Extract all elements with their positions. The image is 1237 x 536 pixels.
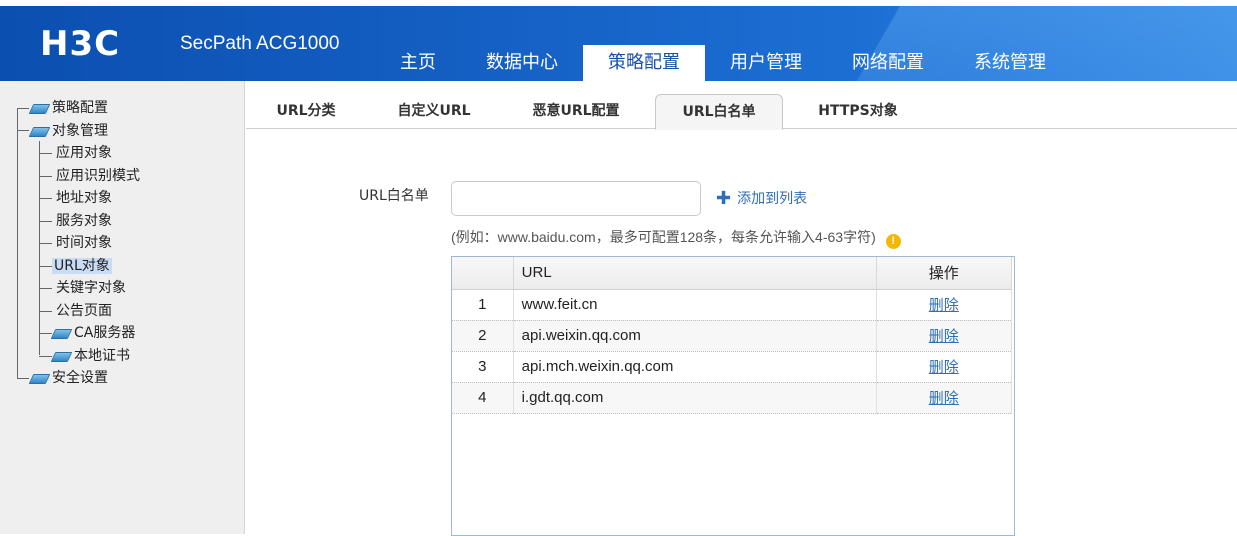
sidebar-item-label: 公告页面 <box>56 302 112 319</box>
sidebar-item-label: 地址对象 <box>56 190 112 206</box>
sidebar-item-label: 策略配置 <box>52 100 108 116</box>
delete-link[interactable]: 删除 <box>929 390 959 407</box>
row-url: www.feit.cn <box>513 289 877 321</box>
delete-link[interactable]: 删除 <box>929 297 959 314</box>
row-index: 2 <box>452 320 514 352</box>
nav-policy-config[interactable]: 策略配置 <box>583 45 705 81</box>
sidebar-item-time-object[interactable]: 时间对象 <box>16 232 142 255</box>
product-name: SecPath ACG1000 <box>180 33 340 54</box>
table-row: 4 i.gdt.qq.com 删除 <box>452 382 1013 414</box>
tab-bar: URL分类 自定义URL 恶意URL配置 URL白名单 HTTPS对象 <box>246 81 1237 130</box>
sidebar-item-url-object[interactable]: URL对象 <box>16 255 142 278</box>
row-url: i.gdt.qq.com <box>513 382 877 414</box>
folder-icon <box>30 102 48 113</box>
tab-custom-url[interactable]: 自定义URL <box>386 94 482 129</box>
tree-line <box>39 355 52 357</box>
sidebar-item-label: 应用对象 <box>56 145 112 161</box>
folder-icon <box>52 350 70 361</box>
sidebar-item-label: 对象管理 <box>52 122 108 139</box>
sidebar-item-label: 应用识别模式 <box>56 167 140 184</box>
sidebar-item-ca-server[interactable]: CA服务器 <box>16 322 142 345</box>
nav-data-center[interactable]: 数据中心 <box>461 45 583 81</box>
tree-line <box>39 198 52 199</box>
header-url: URL <box>513 257 877 290</box>
tree-line <box>39 310 52 312</box>
tab-url-category[interactable]: URL分类 <box>264 94 348 129</box>
tab-url-whitelist[interactable]: URL白名单 <box>655 94 783 130</box>
tree-line <box>39 153 52 154</box>
main-content: URL分类 自定义URL 恶意URL配置 URL白名单 HTTPS对象 URL白… <box>246 81 1237 536</box>
sidebar-item-label: CA服务器 <box>74 325 136 341</box>
row-action-cell: 删除 <box>876 351 1013 383</box>
sidebar-item-label: 关键字对象 <box>56 280 126 296</box>
sidebar-item-object-management[interactable]: 对象管理 <box>16 120 142 143</box>
nav-home[interactable]: 主页 <box>375 45 461 81</box>
row-index: 4 <box>452 382 514 414</box>
sidebar-item-label: 安全设置 <box>52 370 108 386</box>
delete-link[interactable]: 删除 <box>929 359 959 376</box>
sidebar-item-label: 服务对象 <box>56 212 112 229</box>
sidebar-item-keyword-object[interactable]: 关键字对象 <box>16 277 142 300</box>
sidebar-item-app-recognition-mode[interactable]: 应用识别模式 <box>16 165 142 188</box>
add-to-list-label: 添加到列表 <box>737 191 808 207</box>
row-action-cell: 删除 <box>876 382 1013 414</box>
sidebar-item-label: URL对象 <box>52 257 112 274</box>
sidebar-item-app-object[interactable]: 应用对象 <box>16 142 142 165</box>
table-header-row: URL 操作 <box>452 257 1013 290</box>
row-url: api.weixin.qq.com <box>513 320 877 352</box>
tab-malicious-url-config[interactable]: 恶意URL配置 <box>520 94 632 129</box>
nav-user-management[interactable]: 用户管理 <box>705 45 827 81</box>
whitelist-label: URL白名单 <box>359 188 429 204</box>
warning-icon: ! <box>885 234 901 249</box>
add-to-list-button[interactable]: ✚ 添加到列表 <box>716 188 807 209</box>
tree-line <box>39 243 52 244</box>
row-index: 3 <box>452 351 514 383</box>
tree-line <box>39 265 52 267</box>
sidebar-item-label: 时间对象 <box>56 235 112 251</box>
table-row: 2 api.weixin.qq.com 删除 <box>452 320 1013 352</box>
main-nav: 主页 数据中心 策略配置 用户管理 网络配置 系统管理 <box>375 45 1071 81</box>
table-row: 3 api.mch.weixin.qq.com 删除 <box>452 351 1013 383</box>
whitelist-url-input[interactable] <box>451 181 701 216</box>
row-index: 1 <box>452 289 514 321</box>
folder-icon <box>30 372 48 383</box>
sidebar-item-announcement-page[interactable]: 公告页面 <box>16 300 142 323</box>
nav-network-config[interactable]: 网络配置 <box>827 45 949 81</box>
row-url: api.mch.weixin.qq.com <box>513 351 877 383</box>
hint-text: (例如：www.baidu.com，最多可配置128条，每条允许输入4-63字符… <box>451 229 876 245</box>
folder-icon <box>30 125 48 136</box>
sidebar-item-label: 本地证书 <box>74 347 130 364</box>
plus-icon: ✚ <box>716 188 732 209</box>
app-header: H3C SecPath ACG1000 主页 数据中心 策略配置 用户管理 网络… <box>0 6 1237 81</box>
input-hint: (例如：www.baidu.com，最多可配置128条，每条允许输入4-63字符… <box>451 227 901 249</box>
header-index <box>452 257 514 290</box>
tree-line <box>39 288 52 289</box>
tree-line <box>39 333 52 334</box>
row-action-cell: 删除 <box>876 289 1013 321</box>
tree-line <box>39 175 52 177</box>
delete-link[interactable]: 删除 <box>929 328 959 345</box>
sidebar-item-address-object[interactable]: 地址对象 <box>16 187 142 210</box>
tab-https-object[interactable]: HTTPS对象 <box>812 94 904 129</box>
row-action-cell: 删除 <box>876 320 1013 352</box>
tree-line <box>39 220 52 222</box>
h3c-logo: H3C <box>40 24 121 64</box>
sidebar-tree: 策略配置 对象管理 应用对象 应用识别模式 地址对象 服务对象 时间对象 URL… <box>16 97 142 390</box>
sidebar-item-service-object[interactable]: 服务对象 <box>16 210 142 233</box>
table-row: 1 www.feit.cn 删除 <box>452 289 1013 321</box>
whitelist-table: URL 操作 1 www.feit.cn 删除 2 api.weixin.qq.… <box>451 256 1015 536</box>
sidebar-item-security-settings[interactable]: 安全设置 <box>16 367 142 390</box>
header-action: 操作 <box>876 257 1013 290</box>
sidebar: 策略配置 对象管理 应用对象 应用识别模式 地址对象 服务对象 时间对象 URL… <box>0 81 245 534</box>
nav-system-management[interactable]: 系统管理 <box>949 45 1071 81</box>
sidebar-item-policy-config[interactable]: 策略配置 <box>16 97 142 120</box>
sidebar-item-local-certificate[interactable]: 本地证书 <box>16 345 142 368</box>
folder-icon <box>52 327 70 338</box>
